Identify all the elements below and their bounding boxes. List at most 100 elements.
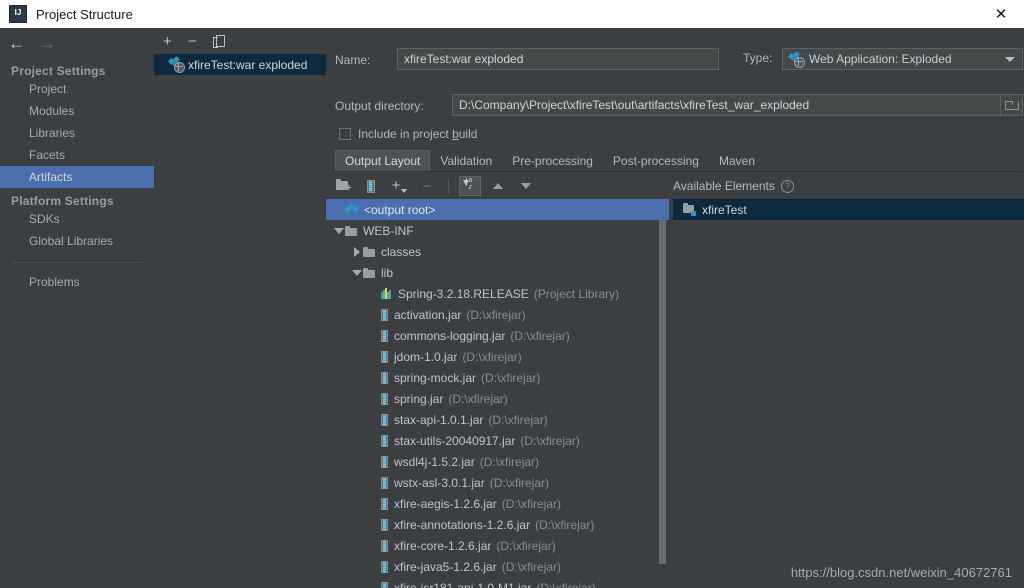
settings-sidebar: ← → Project Settings Project Modules Lib… — [0, 28, 154, 588]
output-directory-input[interactable]: D:\Company\Project\xfireTest\out\artifac… — [452, 94, 1001, 116]
tree-row-location: (D:\xfirejar) — [462, 349, 522, 364]
question-mark-icon[interactable]: ? — [780, 179, 794, 193]
tree-row-label: xfire-annotations-1.2.6.jar — [394, 517, 531, 532]
tree-row-location: (D:\xfirejar) — [501, 496, 562, 511]
tree-row-label: wsdl4j-1.5.2.jar — [394, 454, 475, 469]
move-down-button[interactable] — [515, 176, 537, 196]
sidebar-item-artifacts[interactable]: Artifacts — [0, 166, 154, 188]
tree-row-label: WEB-INF — [363, 223, 414, 238]
include-in-project-build-row[interactable]: Include in project build — [339, 127, 477, 141]
tab-pre-processing[interactable]: Pre-processing — [502, 150, 603, 171]
tree-row[interactable]: wsdl4j-1.5.2.jar (D:\xfirejar) — [326, 451, 669, 472]
tree-row-label: <output root> — [364, 202, 436, 217]
sidebar-item-global-libraries[interactable]: Global Libraries — [0, 230, 154, 252]
artifact-list-item[interactable]: xfireTest:war exploded — [154, 54, 326, 75]
tree-row[interactable]: wstx-asl-3.0.1.jar (D:\xfirejar) — [326, 472, 669, 493]
move-up-button[interactable] — [487, 176, 509, 196]
twisty-expanded-icon[interactable] — [332, 227, 345, 234]
tree-row[interactable]: xfire-aegis-1.2.6.jar (D:\xfirejar) — [326, 493, 669, 514]
jar-icon — [381, 392, 388, 405]
tree-row[interactable]: classes — [326, 241, 669, 262]
jar-icon — [381, 581, 388, 588]
include-in-project-build-checkbox[interactable] — [339, 128, 351, 140]
tree-row-location: (D:\xfirejar) — [481, 370, 541, 385]
remove-element-button[interactable]: − — [416, 176, 438, 196]
jar-icon — [381, 539, 388, 552]
tab-validation[interactable]: Validation — [430, 150, 502, 171]
triangle-down-icon — [521, 183, 531, 189]
tree-row-location: (D:\xfirejar) — [466, 307, 526, 322]
tree-row[interactable]: stax-utils-20040917.jar (D:\xfirejar) — [326, 430, 669, 451]
tree-row-location: (D:\xfirejar) — [448, 391, 508, 406]
tree-row[interactable]: activation.jar (D:\xfirejar) — [326, 304, 669, 325]
pane-splitter[interactable] — [669, 195, 673, 588]
sidebar-item-libraries[interactable]: Libraries — [0, 122, 154, 144]
add-artifact-button[interactable]: + — [163, 34, 172, 49]
back-arrow-icon[interactable]: ← — [8, 35, 25, 52]
tree-row-location: (D:\xfirejar) — [520, 433, 580, 448]
sidebar-divider — [12, 262, 142, 263]
tree-row-location: (D:\xfirejar) — [489, 475, 550, 490]
remove-artifact-button[interactable]: − — [188, 34, 197, 49]
copy-artifact-icon[interactable] — [212, 35, 225, 48]
artifact-list-item-label: xfireTest:war exploded — [188, 57, 308, 72]
tree-row-label: commons-logging.jar — [394, 328, 506, 343]
tree-scrollbar[interactable] — [658, 220, 667, 588]
tree-row[interactable]: xfire-jsr181-api-1.0-M1.jar (D:\xfirejar) — [326, 577, 669, 588]
tree-row-label: classes — [381, 244, 422, 259]
tab-maven[interactable]: Maven — [709, 150, 765, 171]
sidebar-item-sdks[interactable]: SDKs — [0, 208, 154, 230]
tree-row[interactable]: xfire-java5-1.2.6.jar (D:\xfirejar) — [326, 556, 669, 577]
tree-row[interactable]: jdom-1.0.jar (D:\xfirejar) — [326, 346, 669, 367]
tree-row-label: Spring-3.2.18.RELEASE — [398, 286, 529, 301]
available-elements-header: Available Elements ? — [673, 173, 1023, 199]
tree-row-location: (D:\xfirejar) — [496, 538, 556, 553]
tree-row[interactable]: spring-mock.jar (D:\xfirejar) — [326, 367, 669, 388]
add-copy-of-button[interactable]: + — [388, 176, 410, 196]
tree-row-location: (D:\xfirejar) — [501, 559, 562, 574]
tab-post-processing[interactable]: Post-processing — [603, 150, 709, 171]
tab-output-layout[interactable]: Output Layout — [335, 150, 431, 171]
output-layout-tree[interactable]: <output root> WEB-INF classes lib Spring-3.2… — [326, 199, 669, 588]
sidebar-item-problems[interactable]: Problems — [0, 271, 154, 293]
tree-row-label: xfire-java5-1.2.6.jar — [394, 559, 497, 574]
tree-row[interactable]: xfire-core-1.2.6.jar (D:\xfirejar) — [326, 535, 669, 556]
window-title: Project Structure — [36, 6, 133, 22]
sidebar-item-facets[interactable]: Facets — [0, 144, 154, 166]
tree-row[interactable]: WEB-INF — [326, 220, 669, 241]
close-icon[interactable]: ✕ — [978, 0, 1024, 28]
create-directory-button[interactable]: + — [332, 176, 354, 196]
twisty-collapsed-icon[interactable] — [350, 246, 363, 257]
jar-icon — [381, 413, 388, 426]
jar-icon — [381, 455, 388, 468]
available-element-item[interactable]: xfireTest — [669, 199, 1024, 220]
tree-row[interactable]: spring.jar (D:\xfirejar) — [326, 388, 669, 409]
create-archive-button[interactable] — [360, 176, 382, 196]
navigation-arrows: ← → — [0, 28, 154, 58]
tree-row-label: xfire-aegis-1.2.6.jar — [394, 496, 497, 511]
tree-row[interactable]: <output root> — [326, 199, 669, 220]
sidebar-item-project[interactable]: Project — [0, 78, 154, 100]
artifact-type-dropdown[interactable]: Web Application: Exploded — [782, 48, 1023, 70]
browse-output-directory-button[interactable] — [1001, 94, 1023, 116]
tree-row[interactable]: lib — [326, 262, 669, 283]
jar-icon — [381, 476, 388, 489]
available-elements-title: Available Elements — [673, 179, 775, 193]
folder-add-icon: + — [335, 179, 352, 194]
tree-row[interactable]: commons-logging.jar (D:\xfirejar) — [326, 325, 669, 346]
artifact-name-input[interactable]: xfireTest:war exploded — [397, 48, 719, 70]
jar-icon — [381, 371, 388, 384]
web-application-exploded-icon — [167, 55, 185, 73]
sort-alphabetically-button[interactable]: a z — [459, 176, 481, 196]
tree-row-label: activation.jar — [394, 307, 462, 322]
sidebar-item-modules[interactable]: Modules — [0, 100, 154, 122]
module-folder-icon — [683, 203, 696, 216]
tree-row[interactable]: xfire-annotations-1.2.6.jar (D:\xfirejar) — [326, 514, 669, 535]
tree-row[interactable]: stax-api-1.0.1.jar (D:\xfirejar) — [326, 409, 669, 430]
jar-icon — [381, 329, 388, 342]
tree-row[interactable]: Spring-3.2.18.RELEASE (Project Library) — [326, 283, 669, 304]
tree-row-label: xfire-core-1.2.6.jar — [394, 538, 492, 553]
artifact-detail-pane: Name: xfireTest:war exploded Type: Web A… — [326, 28, 1024, 588]
forward-arrow-icon[interactable]: → — [39, 35, 56, 52]
twisty-expanded-icon[interactable] — [350, 269, 363, 276]
